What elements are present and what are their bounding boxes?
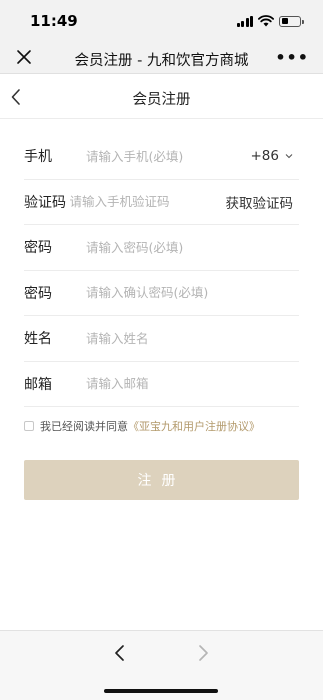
country-code-select[interactable]: +86 <box>251 148 294 164</box>
email-label: 邮箱 <box>24 376 52 393</box>
battery-icon <box>279 15 304 27</box>
name-input[interactable] <box>86 330 299 346</box>
page-header: 会员注册 <box>0 75 323 119</box>
home-indicator <box>104 689 218 693</box>
country-code-value: +86 <box>250 148 280 165</box>
more-icon[interactable]: ••• <box>275 48 309 67</box>
registration-form: 手机 +86 验证码 获取验证码 密码 密码 姓名 邮箱 <box>24 134 299 407</box>
code-label: 验证码 <box>24 194 66 211</box>
phone-input[interactable] <box>86 148 251 164</box>
register-button[interactable]: 注册 <box>24 460 299 500</box>
name-label: 姓名 <box>24 331 52 348</box>
phone-label: 手机 <box>24 149 52 166</box>
wifi-icon <box>258 15 274 27</box>
agreement-text: 我已经阅读并同意 <box>40 420 128 433</box>
name-row: 姓名 <box>24 316 299 362</box>
agreement-checkbox[interactable] <box>24 421 34 431</box>
nav-back-icon[interactable] <box>113 644 127 662</box>
get-code-button[interactable]: 获取验证码 <box>226 192 294 212</box>
signal-icon <box>236 15 253 27</box>
confirm-password-row: 密码 <box>24 271 299 316</box>
wechat-page-title: 会员注册 - 九和饮官方商城 <box>74 53 249 69</box>
confirm-password-input[interactable] <box>86 285 299 301</box>
password-row: 密码 <box>24 225 299 271</box>
confirm-password-label: 密码 <box>24 285 52 302</box>
page-title: 会员注册 <box>132 92 191 108</box>
code-row: 验证码 获取验证码 <box>24 180 299 225</box>
status-time: 11:49 <box>30 12 78 30</box>
status-icons <box>236 14 304 28</box>
wechat-bar: 会员注册 - 九和饮官方商城 ••• <box>0 42 323 74</box>
email-input[interactable] <box>86 376 299 392</box>
email-row: 邮箱 <box>24 362 299 407</box>
password-label: 密码 <box>24 240 52 257</box>
verification-code-input[interactable] <box>69 194 226 210</box>
close-icon[interactable] <box>16 49 32 65</box>
agreement-row: 我已经阅读并同意 《亚宝九和用户注册协议》 <box>24 418 260 434</box>
password-input[interactable] <box>86 239 299 255</box>
agreement-link[interactable]: 《亚宝九和用户注册协议》 <box>128 418 260 434</box>
browser-bottom-bar <box>0 630 323 700</box>
phone-row: 手机 +86 <box>24 134 299 180</box>
chevron-down-icon <box>285 154 293 159</box>
status-bar: 11:49 <box>0 0 323 42</box>
nav-forward-icon[interactable] <box>196 644 210 662</box>
